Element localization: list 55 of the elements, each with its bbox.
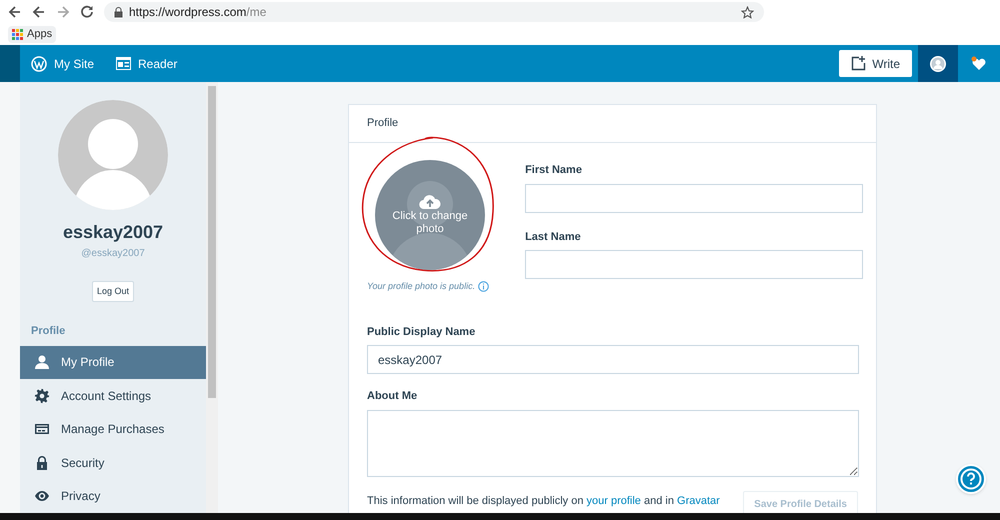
credit-card-icon — [35, 422, 49, 436]
lock-icon — [35, 456, 49, 470]
info-text: This information will be displayed publicly on your profile and in Gravatar — [367, 494, 721, 508]
text-input-field[interactable] — [525, 184, 864, 212]
lock-icon — [114, 6, 123, 18]
address-bar[interactable]: https://wordpress.com/me — [104, 2, 764, 22]
text-input-field[interactable] — [525, 250, 864, 279]
text-link[interactable]: your profile — [586, 494, 641, 506]
new-post-icon — [851, 56, 866, 71]
apps-grid-icon — [12, 29, 23, 40]
sidebar-nav-item[interactable]: My Profile — [20, 346, 206, 379]
reload-icon — [80, 5, 94, 19]
profile-tab[interactable] — [918, 45, 958, 82]
help-button[interactable] — [956, 464, 986, 494]
back-icon — [8, 5, 22, 19]
masterbar-link[interactable]: My Site — [20, 45, 106, 82]
section-heading: Profile — [31, 324, 66, 339]
field-label: Last Name — [525, 230, 582, 244]
masterbar-link[interactable]: Reader — [105, 45, 188, 82]
settings-icon — [35, 388, 49, 403]
help-icon — [960, 468, 982, 490]
photo-note: Your profile photo is public. — [367, 280, 476, 293]
write-button[interactable]: Write — [839, 50, 912, 77]
person-icon — [35, 355, 49, 370]
avatar-icon — [930, 56, 946, 72]
card-title: Profile — [367, 116, 398, 132]
url-text: https://wordpress.com/me — [129, 4, 266, 21]
forward-icon — [56, 5, 70, 19]
scrollbar-thumb[interactable] — [208, 86, 216, 398]
username: esskay2007 — [62, 221, 164, 244]
log-out-button[interactable]: Log Out — [92, 281, 134, 302]
text-area-field[interactable] — [367, 410, 859, 476]
user-handle: @esskay2007 — [81, 247, 145, 261]
photo-label: Click to change photo — [391, 210, 469, 236]
text-link[interactable]: Gravatar — [677, 494, 720, 506]
field-label: Public Display Name — [367, 324, 476, 340]
sidebar-nav-item[interactable]: Account Settings — [20, 379, 206, 412]
star-icon — [741, 6, 754, 18]
upload-cloud-icon — [419, 194, 441, 210]
change-photo-button[interactable]: Click to change photo — [375, 160, 485, 270]
avatar-placeholder-icon — [58, 100, 168, 210]
sidebar-nav-item[interactable]: Manage Purchases — [20, 412, 206, 446]
wordpress-logo-icon — [31, 56, 47, 72]
sidebar-nav-item[interactable]: Security — [20, 446, 206, 480]
field-label: First Name — [525, 163, 583, 178]
masterbar-edge — [0, 45, 20, 82]
text-input-field[interactable]: esskay2007 — [367, 345, 859, 374]
heart-bubble-icon — [971, 56, 987, 72]
reader-icon — [116, 57, 132, 70]
sidebar-nav-item[interactable]: Privacy — [20, 480, 206, 513]
field-label: About Me — [367, 389, 418, 404]
eye-icon — [35, 489, 49, 504]
bookmark-item[interactable]: Apps — [8, 26, 56, 43]
back-icon — [32, 5, 46, 19]
info-icon — [478, 281, 490, 292]
